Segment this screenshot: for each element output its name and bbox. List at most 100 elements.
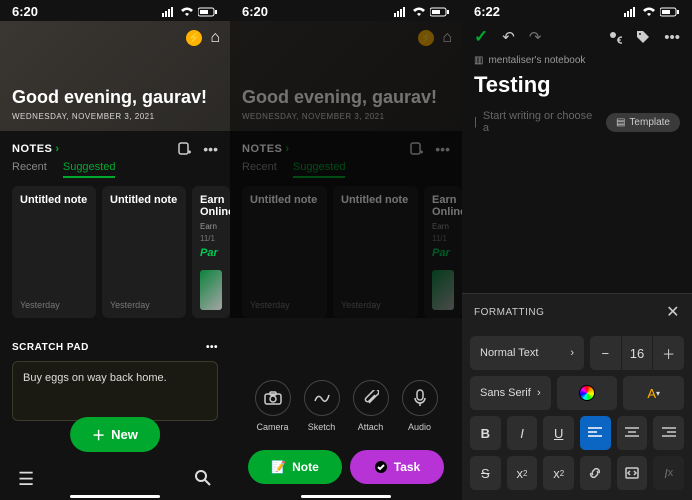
share-icon[interactable] [608, 30, 622, 44]
text-color-button[interactable] [557, 376, 618, 410]
strikethrough-button[interactable]: S [470, 456, 501, 490]
highlight-button[interactable]: A▾ [623, 376, 684, 410]
notes-section-header[interactable]: NOTES › [12, 143, 60, 155]
code-block-button[interactable] [617, 456, 648, 490]
tab-recent: Recent [242, 161, 277, 178]
quick-action-attach[interactable]: Attach [353, 380, 389, 432]
italic-button[interactable]: I [507, 416, 538, 450]
filter-icon [409, 141, 425, 157]
quick-action-audio[interactable]: Audio [402, 380, 438, 432]
note-icon: 📝 [271, 460, 286, 474]
cursor-indicator: | [474, 116, 477, 128]
notes-section-header: NOTES › [242, 143, 290, 155]
more-icon[interactable]: ••• [206, 342, 218, 353]
color-wheel-icon [579, 385, 595, 401]
status-indicators [162, 7, 218, 17]
chevron-right-icon: › [55, 143, 59, 155]
notebook-icon: ▥ [474, 55, 483, 66]
lightning-icon[interactable]: ⚡ [186, 30, 202, 46]
paragraph-style-select[interactable]: Normal Text › [470, 336, 584, 370]
quick-action-sketch[interactable]: Sketch [304, 380, 340, 432]
note-card[interactable]: Untitled note Yesterday [12, 186, 96, 318]
font-size-decrease[interactable]: − [590, 336, 621, 370]
status-bar: 6:20 [230, 0, 462, 21]
scratch-pad-label: SCRATCH PAD [12, 342, 89, 353]
template-button[interactable]: ▤ Template [606, 113, 680, 132]
font-size-increase[interactable]: ＋ [653, 336, 684, 370]
date-text: WEDNESDAY, NOVEMBER 3, 2021 [12, 112, 218, 121]
align-left-button[interactable] [580, 416, 611, 450]
more-icon: ••• [435, 141, 450, 157]
more-icon[interactable]: ••• [203, 141, 218, 157]
camera-icon [255, 380, 291, 416]
status-indicators [624, 7, 680, 17]
home-indicator [70, 495, 160, 498]
home-icon: ⌂ [442, 29, 452, 47]
chevron-right-icon: › [285, 143, 289, 155]
note-cards: Untitled note Yesterday Untitled note Ye… [0, 186, 230, 318]
note-card: Untitled note Yesterday [333, 186, 418, 318]
microphone-icon [402, 380, 438, 416]
formatting-panel: FORMATTING ✕ Normal Text › − 16 ＋ Sans S… [462, 293, 692, 500]
note-card: Untitled note Yesterday [242, 186, 327, 318]
status-time: 6:20 [12, 4, 38, 19]
close-icon[interactable]: ✕ [666, 302, 680, 322]
chevron-right-icon: › [570, 347, 574, 359]
tab-suggested[interactable]: Suggested [63, 161, 116, 178]
sketch-icon [304, 380, 340, 416]
tab-recent[interactable]: Recent [12, 161, 47, 178]
quick-action-camera[interactable]: Camera [255, 380, 291, 432]
plus-icon: ＋ [92, 425, 105, 444]
status-bar: 6:20 [0, 0, 230, 21]
status-time: 6:20 [242, 4, 268, 19]
superscript-button[interactable]: x2 [507, 456, 538, 490]
paperclip-icon [353, 380, 389, 416]
redo-icon[interactable]: ↷ [529, 28, 542, 46]
home-indicator [301, 495, 391, 498]
status-bar: 6:22 [462, 0, 692, 21]
chevron-right-icon: › [537, 387, 541, 399]
template-icon: ▤ [616, 117, 625, 128]
font-size-value: 16 [622, 336, 653, 370]
hero-header: ⚡ ⌂ Good evening, gaurav! WEDNESDAY, NOV… [0, 21, 230, 131]
align-right-button[interactable] [653, 416, 684, 450]
more-icon[interactable]: ••• [664, 29, 680, 46]
filter-icon[interactable] [177, 141, 193, 157]
menu-icon[interactable]: ☰ [18, 469, 34, 490]
status-indicators [394, 7, 450, 17]
font-family-select[interactable]: Sans Serif › [470, 376, 551, 410]
greeting-text: Good evening, gaurav! [12, 87, 218, 108]
bold-button[interactable]: B [470, 416, 501, 450]
align-center-button[interactable] [617, 416, 648, 450]
tab-suggested: Suggested [293, 161, 346, 178]
done-button[interactable]: ✓ [474, 27, 488, 47]
note-thumbnail [432, 270, 454, 310]
note-thumbnail [200, 270, 222, 310]
date-text: WEDNESDAY, NOVEMBER 3, 2021 [242, 112, 450, 121]
tag-icon[interactable] [636, 30, 650, 44]
new-task-button[interactable]: Task [350, 450, 444, 484]
scratch-pad-input[interactable]: Buy eggs on way back home. [12, 361, 218, 421]
new-button[interactable]: ＋ New [70, 417, 160, 452]
notebook-selector[interactable]: ▥ mentaliser's notebook [462, 53, 692, 68]
editor-placeholder[interactable]: Start writing or choose a [483, 110, 600, 134]
note-card[interactable]: Earn Online Earn 11/1 Par [192, 186, 230, 318]
lightning-icon: ⚡ [418, 30, 434, 46]
search-icon[interactable] [194, 469, 212, 490]
link-button[interactable] [580, 456, 611, 490]
formatting-label: FORMATTING [474, 307, 544, 318]
greeting-text: Good evening, gaurav! [242, 87, 450, 108]
note-title[interactable]: Testing [462, 68, 692, 102]
new-note-button[interactable]: 📝 Note [248, 450, 342, 484]
undo-icon[interactable]: ↶ [502, 28, 515, 46]
hero-header: ⚡ ⌂ Good evening, gaurav! WEDNESDAY, NOV… [230, 21, 462, 131]
task-check-icon [374, 460, 388, 474]
status-time: 6:22 [474, 4, 500, 19]
home-icon[interactable]: ⌂ [210, 29, 220, 47]
subscript-button[interactable]: x2 [543, 456, 574, 490]
note-cards: Untitled note Yesterday Untitled note Ye… [230, 186, 462, 318]
note-card: Earn Online Earn 11/1 Par [424, 186, 462, 318]
clear-formatting-button[interactable]: Ix [653, 456, 684, 490]
note-card[interactable]: Untitled note Yesterday [102, 186, 186, 318]
underline-button[interactable]: U [543, 416, 574, 450]
